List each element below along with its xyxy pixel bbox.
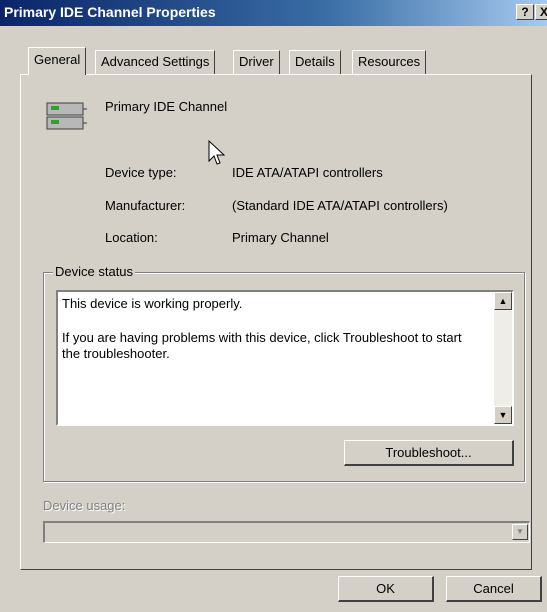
help-button[interactable]: ? <box>516 4 534 20</box>
status-scrollbar[interactable]: ▲ ▼ <box>494 292 512 424</box>
tab-general[interactable]: General <box>28 47 87 75</box>
tab-advanced-settings[interactable]: Advanced Settings <box>95 50 216 74</box>
tab-details[interactable]: Details <box>289 50 341 74</box>
tab-resources[interactable]: Resources <box>352 50 427 74</box>
device-type-value: IDE ATA/ATAPI controllers <box>232 165 383 180</box>
tab-driver[interactable]: Driver <box>233 50 280 74</box>
mouse-cursor-icon <box>208 139 226 168</box>
close-button[interactable]: X <box>535 4 547 20</box>
troubleshoot-button[interactable]: Troubleshoot... <box>344 440 514 466</box>
scroll-up-icon[interactable]: ▲ <box>494 292 512 310</box>
device-name: Primary IDE Channel <box>105 99 228 114</box>
manufacturer-value: (Standard IDE ATA/ATAPI controllers) <box>232 198 448 213</box>
chevron-down-icon[interactable]: ▼ <box>512 524 528 540</box>
location-label: Location: <box>105 230 158 245</box>
location-value: Primary Channel <box>232 230 329 245</box>
properties-dialog: Primary IDE Channel Properties ? X Gener… <box>0 0 547 612</box>
device-status-label: Device status <box>53 264 136 279</box>
device-usage-select[interactable]: ▼ <box>43 521 530 543</box>
ide-controller-icon <box>45 99 89 133</box>
device-usage-label: Device usage: <box>43 498 126 513</box>
status-line-1: This device is working properly. <box>62 296 243 311</box>
status-line-2: If you are having problems with this dev… <box>62 330 462 361</box>
manufacturer-label: Manufacturer: <box>105 198 186 213</box>
title-bar[interactable]: Primary IDE Channel Properties ? X <box>0 0 547 26</box>
scroll-down-icon[interactable]: ▼ <box>494 406 512 424</box>
cancel-button[interactable]: Cancel <box>446 576 542 602</box>
ok-button[interactable]: OK <box>338 576 434 602</box>
device-status-textbox[interactable]: This device is working properly. If you … <box>56 290 514 426</box>
device-type-label: Device type: <box>105 165 177 180</box>
window-title: Primary IDE Channel Properties <box>4 4 216 20</box>
